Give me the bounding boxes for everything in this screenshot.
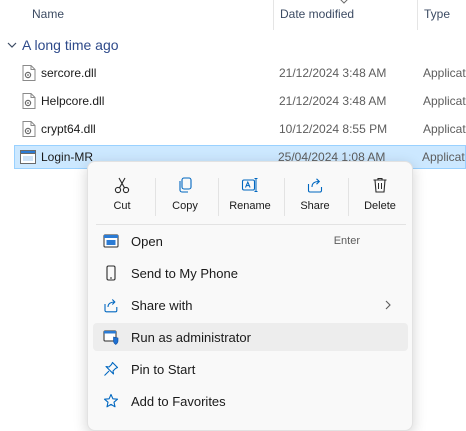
menu-item-send-to-phone[interactable]: Send to My Phone [93,259,408,287]
cut-button[interactable]: Cut [92,172,152,220]
delete-icon [373,177,387,193]
file-name: Helpcore.dll [41,94,105,108]
cut-label: Cut [113,200,131,212]
group-header[interactable]: A long time ago [6,35,119,55]
file-type: Applicat [423,94,466,108]
share-with-icon [104,299,118,313]
menu-item-label: Open [131,233,163,249]
menu-item-label: Pin to Start [131,361,196,377]
rename-label: Rename [229,200,271,212]
menu-item-pin-to-start[interactable]: Pin to Start [93,355,408,383]
share-button[interactable]: Share [285,172,345,220]
menu-divider [96,224,406,225]
copy-label: Copy [172,200,198,212]
delete-button[interactable]: Delete [350,172,410,220]
menu-item-share-with[interactable]: Share with [93,291,408,319]
menu-item-label: Run as administrator [131,329,251,345]
file-type: Applicat [423,122,466,136]
menu-item-label: Add to Favorites [131,393,226,409]
context-menu: Cut Copy Rename Share Delete Open Enter … [87,161,413,431]
star-icon [103,393,119,408]
file-row[interactable]: sercore.dll 21/12/2024 3:48 AM Applicat [14,60,466,86]
copy-icon [179,177,192,193]
rename-button[interactable]: Rename [220,172,280,220]
file-name: crypt64.dll [41,122,96,136]
file-date: 21/12/2024 3:48 AM [279,66,387,80]
column-header: Name Date modified Type [0,0,466,30]
file-date: 21/12/2024 3:48 AM [279,94,387,108]
chevron-down-icon[interactable] [6,39,18,51]
menu-item-run-as-administrator[interactable]: Run as administrator [93,323,408,351]
share-icon [307,178,323,193]
menu-item-open[interactable]: Open Enter [93,227,408,255]
column-name[interactable]: Name [26,0,272,30]
uac-shield-icon [103,330,119,345]
delete-label: Delete [364,200,396,212]
cut-icon [114,177,130,194]
application-exe-icon [20,150,36,164]
file-name: sercore.dll [41,66,97,80]
file-type: Applicat [423,66,466,80]
phone-icon [106,265,116,281]
quick-separator [348,178,349,216]
open-window-icon [103,234,119,248]
file-row[interactable]: crypt64.dll 10/12/2024 8:55 PM Applicat [14,116,466,142]
file-type: Applicat [422,150,465,164]
column-type[interactable]: Type [417,0,466,30]
quick-actions-bar: Cut Copy Rename Share Delete [88,168,414,218]
chevron-right-icon [385,300,391,310]
menu-item-label: Share with [131,297,193,313]
group-title: A long time ago [22,37,119,53]
quick-separator [218,178,219,216]
menu-item-add-to-favorites[interactable]: Add to Favorites [93,387,408,415]
share-label: Share [300,200,330,212]
rename-icon [241,178,258,192]
dll-file-icon [22,93,36,109]
file-date: 10/12/2024 8:55 PM [279,122,388,136]
sort-descending-icon [340,0,348,4]
menu-item-label: Send to My Phone [131,265,238,281]
shortcut-text: Enter [333,235,360,247]
dll-file-icon [22,121,36,137]
dll-file-icon [22,65,36,81]
file-row[interactable]: Helpcore.dll 21/12/2024 3:48 AM Applicat [14,88,466,114]
copy-button[interactable]: Copy [155,172,215,220]
pin-icon [104,361,119,376]
